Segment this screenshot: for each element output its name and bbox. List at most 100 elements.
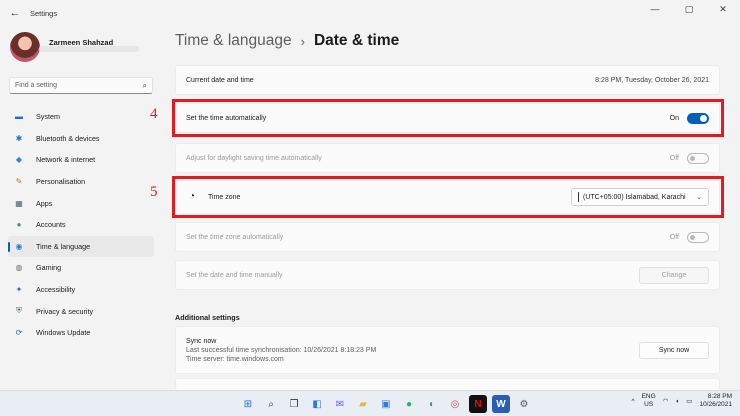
sidebar-item-label: Apps bbox=[36, 198, 53, 208]
window-controls: — ▢ ✕ bbox=[638, 0, 740, 18]
taskbar-apps: ⊞ ⌕ ❐ ◧ ✉ ▰ ▣ ● ◐ ◎ N W ⚙ bbox=[239, 395, 533, 413]
avatar bbox=[10, 32, 40, 62]
current-datetime-value: 8:28 PM, Tuesday, October 26, 2021 bbox=[595, 76, 709, 84]
wifi-icon: ◆ bbox=[15, 155, 23, 165]
sidebar-item-privacy-security[interactable]: ⛨ Privacy & security bbox=[8, 300, 154, 322]
daylight-saving-state: Off bbox=[669, 154, 679, 162]
current-datetime-row: Current date and time 8:28 PM, Tuesday, … bbox=[175, 65, 720, 95]
page-title: Date & time bbox=[313, 32, 400, 49]
sidebar-item-windows-update[interactable]: ⟳ Windows Update bbox=[8, 322, 154, 344]
sidebar-item-label: Gaming bbox=[36, 263, 62, 273]
sidebar-item-apps[interactable]: ▦ Apps bbox=[8, 192, 154, 214]
manual-datetime-label: Set the date and time manually bbox=[186, 271, 283, 279]
daylight-saving-toggle[interactable] bbox=[687, 152, 709, 164]
shield-icon: ⛨ bbox=[16, 306, 22, 316]
profile-email-redacted bbox=[39, 46, 139, 52]
update-icon: ⟳ bbox=[15, 328, 23, 338]
apps-icon: ▦ bbox=[15, 198, 23, 208]
last-sync-text: Last successful time synchronisation: 10… bbox=[186, 346, 377, 354]
language-indicator[interactable]: ENG US bbox=[642, 393, 656, 409]
word-icon[interactable]: W bbox=[492, 395, 510, 413]
start-icon[interactable]: ⊞ bbox=[239, 395, 257, 413]
sidebar-item-label: Windows Update bbox=[36, 328, 91, 338]
search-input[interactable]: Find a setting ⌕ bbox=[9, 77, 153, 94]
tz-auto-row: Set the time zone automatically Off bbox=[175, 222, 720, 252]
sync-now-row: Sync now Last successful time synchronis… bbox=[175, 326, 720, 374]
sidebar-item-personalisation[interactable]: ✎ Personalisation bbox=[8, 171, 154, 193]
sidebar-item-label: Network & internet bbox=[36, 155, 96, 165]
minimize-icon: — bbox=[650, 4, 660, 14]
taskbar: ⊞ ⌕ ❐ ◧ ✉ ▰ ▣ ● ◐ ◎ N W ⚙ ^ ENG US ◠ ◖ ▭ 8:28 PM 10/… bbox=[0, 390, 740, 416]
tz-auto-label: Set the time zone automatically bbox=[186, 233, 284, 241]
main-content: Time & language › Date & time Current da… bbox=[150, 26, 740, 390]
sidebar-item-label: Time & language bbox=[36, 241, 91, 251]
task-view-icon[interactable]: ❐ bbox=[285, 395, 303, 413]
next-settings-row bbox=[175, 378, 720, 390]
annotation-number-5: 5 bbox=[150, 184, 158, 200]
system-tray: ^ ENG US ◠ ◖ ▭ 8:28 PM 10/26/2021 bbox=[632, 393, 732, 409]
chrome-icon[interactable]: ◎ bbox=[446, 395, 464, 413]
globe-clock-icon: ◉ bbox=[15, 241, 23, 251]
sidebar-item-label: Accessibility bbox=[36, 285, 76, 295]
spotify-icon[interactable]: ● bbox=[400, 395, 418, 413]
title-bar: ← Settings — ▢ ✕ bbox=[0, 0, 740, 26]
sidebar-item-bluetooth-devices[interactable]: ✱ Bluetooth & devices bbox=[8, 128, 154, 150]
volume-icon[interactable]: ◖ bbox=[675, 398, 679, 405]
accessibility-icon: ✦ bbox=[15, 285, 23, 295]
sync-now-title: Sync now bbox=[186, 337, 217, 345]
language-code: ENG bbox=[641, 393, 656, 400]
clock-date: 10/26/2021 bbox=[699, 401, 732, 408]
daylight-saving-row: Adjust for daylight saving time automati… bbox=[175, 143, 720, 173]
edge-icon[interactable]: ◐ bbox=[423, 395, 441, 413]
change-button[interactable]: Change bbox=[639, 266, 709, 284]
widgets-icon[interactable]: ◧ bbox=[308, 395, 326, 413]
store-icon[interactable]: ▣ bbox=[377, 395, 395, 413]
region-code: US bbox=[644, 401, 654, 408]
clock-time: 8:28 PM bbox=[707, 393, 732, 400]
sidebar-item-label: System bbox=[36, 112, 60, 122]
sidebar-item-system[interactable]: ▬ System bbox=[8, 106, 154, 128]
sidebar-item-label: Personalisation bbox=[36, 177, 86, 187]
settings-taskbar-icon[interactable]: ⚙ bbox=[515, 395, 533, 413]
tray-overflow-chevron-icon[interactable]: ^ bbox=[632, 398, 635, 405]
search-icon: ⌕ bbox=[142, 80, 147, 90]
clock[interactable]: 8:28 PM 10/26/2021 bbox=[699, 393, 732, 409]
sidebar-item-label: Bluetooth & devices bbox=[36, 133, 100, 143]
netflix-icon[interactable]: N bbox=[469, 395, 487, 413]
sidebar-item-label: Privacy & security bbox=[36, 306, 94, 316]
sidebar-item-network-internet[interactable]: ◆ Network & internet bbox=[8, 149, 154, 171]
sidebar-item-gaming[interactable]: ◍ Gaming bbox=[8, 257, 154, 279]
sidebar: Zarmeen Shahzad Find a setting ⌕ ▬ System… bbox=[0, 26, 162, 390]
monitor-icon: ▬ bbox=[15, 112, 23, 122]
wifi-tray-icon[interactable]: ◠ bbox=[663, 397, 669, 405]
file-explorer-icon[interactable]: ▰ bbox=[354, 395, 372, 413]
close-button[interactable]: ✕ bbox=[706, 0, 740, 18]
back-arrow-icon: ← bbox=[9, 7, 21, 19]
manual-datetime-row: Set the date and time manually Change bbox=[175, 260, 720, 290]
sidebar-item-accounts[interactable]: ● Accounts bbox=[8, 214, 154, 236]
search-taskbar-icon[interactable]: ⌕ bbox=[262, 395, 280, 413]
sidebar-item-accessibility[interactable]: ✦ Accessibility bbox=[8, 279, 154, 301]
person-icon: ● bbox=[16, 220, 22, 230]
current-datetime-label: Current date and time bbox=[186, 76, 254, 84]
app-title: Settings bbox=[30, 8, 58, 18]
battery-icon[interactable]: ▭ bbox=[686, 397, 692, 405]
sidebar-nav: ▬ System ✱ Bluetooth & devices ◆ Network & in… bbox=[8, 106, 154, 344]
tz-auto-state: Off bbox=[669, 233, 679, 241]
minimize-button[interactable]: — bbox=[638, 0, 672, 18]
maximize-icon: ▢ bbox=[684, 3, 694, 14]
tz-auto-toggle[interactable] bbox=[687, 231, 709, 243]
sync-now-button[interactable]: Sync now bbox=[639, 341, 709, 359]
back-button[interactable]: ← bbox=[4, 2, 26, 24]
daylight-saving-label: Adjust for daylight saving time automati… bbox=[186, 154, 322, 162]
time-server-text: Time server: time.windows.com bbox=[186, 355, 284, 363]
breadcrumb-parent[interactable]: Time & language bbox=[175, 32, 292, 50]
annotation-box-4 bbox=[172, 99, 724, 137]
search-placeholder: Find a setting bbox=[15, 82, 58, 89]
additional-settings-heading: Additional settings bbox=[175, 313, 240, 322]
sidebar-item-time-language[interactable]: ◉ Time & language bbox=[8, 235, 154, 258]
sidebar-item-label: Accounts bbox=[36, 220, 66, 230]
gamepad-icon: ◍ bbox=[15, 263, 23, 273]
chat-icon[interactable]: ✉ bbox=[331, 395, 349, 413]
maximize-button[interactable]: ▢ bbox=[672, 0, 706, 18]
